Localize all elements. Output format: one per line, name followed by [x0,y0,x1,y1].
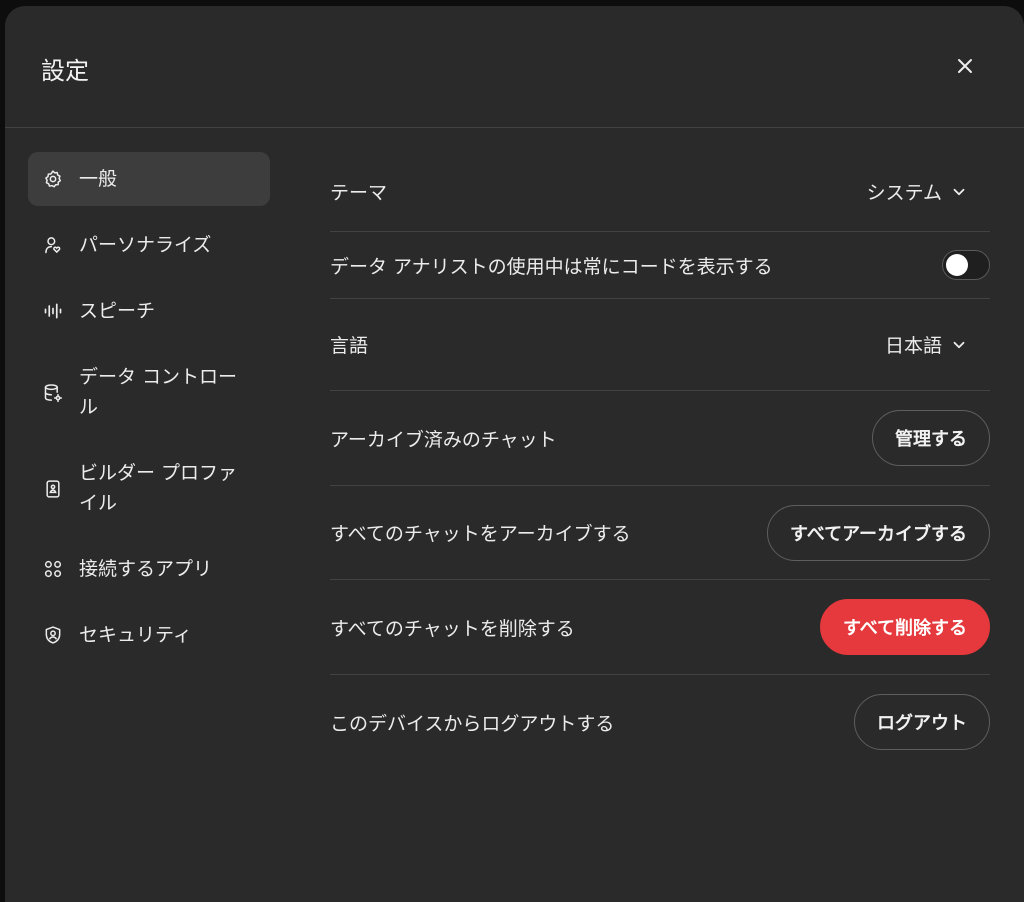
delete-all-row: すべてのチャットを削除する すべて削除する [330,580,990,675]
sidebar-item-label: データ コントロール [79,366,238,418]
sidebar-item-security[interactable]: セキュリティ [28,608,270,662]
sidebar-item-label: 一般 [79,168,118,190]
language-row: 言語 日本語 [330,299,990,391]
archived-chats-label: アーカイブ済みのチャット [330,428,557,451]
gear-icon [42,164,64,194]
sidebar-item-label: セキュリティ [79,624,192,646]
sidebar-item-general[interactable]: 一般 [28,152,270,206]
sidebar-item-data-controls[interactable]: データ コントロール [28,350,270,434]
database-gear-icon [42,378,64,408]
archived-chats-row: アーカイブ済みのチャット 管理する [330,391,990,486]
settings-modal: 設定 一般 パーソナライズ スピーチ データ コントロール ビルダー プロファイ… [5,6,1024,902]
shield-user-icon [42,620,64,650]
modal-title: 設定 [41,57,89,85]
archive-all-label: すべてのチャットをアーカイブする [330,523,631,545]
theme-label: テーマ [330,182,388,204]
logout-label: このデバイスからログアウトする [330,712,615,735]
code-display-toggle[interactable] [942,250,990,280]
code-display-label: データ アナリストの使用中は常にコードを表示する [330,255,773,278]
code-display-row: データ アナリストの使用中は常にコードを表示する [330,232,990,299]
apps-grid-icon [42,554,64,584]
sidebar-item-builder-profile[interactable]: ビルダー プロファイル [28,446,270,530]
sidebar-item-label: 接続するアプリ [79,558,213,580]
archive-all-button[interactable]: すべてアーカイブする [767,504,990,561]
theme-dropdown[interactable]: システム [867,178,990,205]
sidebar-item-label: パーソナライズ [79,234,212,256]
theme-row: テーマ システム [330,152,990,232]
chevron-down-icon [953,341,965,348]
language-value: 日本語 [884,335,942,357]
sidebar-item-label: スピーチ [79,300,156,322]
language-dropdown[interactable]: 日本語 [885,331,990,358]
toggle-knob [946,254,968,276]
sidebar-item-connected-apps[interactable]: 接続するアプリ [28,542,270,596]
sidebar-item-personalize[interactable]: パーソナライズ [28,218,270,272]
settings-sidebar: 一般 パーソナライズ スピーチ データ コントロール ビルダー プロファイル 接… [28,152,270,674]
id-badge-icon [42,474,64,504]
close-icon [958,59,972,73]
delete-all-label: すべてのチャットを削除する [330,617,575,640]
modal-header: 設定 [5,6,1024,128]
logout-button[interactable]: ログアウト [854,694,990,750]
manage-archived-button[interactable]: 管理する [872,410,990,466]
sidebar-item-speech[interactable]: スピーチ [28,284,270,338]
delete-all-button[interactable]: すべて削除する [819,599,990,655]
sidebar-item-label: ビルダー プロファイル [79,462,238,514]
theme-value: システム [866,182,942,204]
waveform-icon [42,296,64,326]
chevron-down-icon [953,188,965,195]
logout-row: このデバイスからログアウトする ログアウト [330,675,990,769]
language-label: 言語 [330,335,369,357]
settings-content: テーマ システム データ アナリストの使用中は常にコードを表示する 言語 日本語 [330,152,990,769]
user-heart-icon [42,230,64,260]
close-button[interactable] [949,50,981,82]
archive-all-row: すべてのチャットをアーカイブする すべてアーカイブする [330,486,990,580]
